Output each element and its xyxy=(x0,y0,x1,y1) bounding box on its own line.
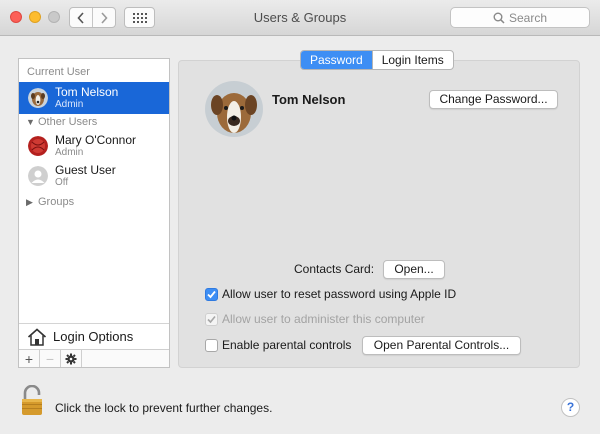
users-groups-window: Users & Groups Search Current User Tom N… xyxy=(0,0,600,434)
lock-icon[interactable] xyxy=(21,385,43,417)
user-full-name: Tom Nelson xyxy=(272,92,346,107)
tab-login-items[interactable]: Login Items xyxy=(371,51,453,69)
person-avatar-icon xyxy=(28,166,48,186)
sidebar-item-mary-oconnor[interactable]: Mary O'Connor Admin xyxy=(19,130,169,162)
checkmark-icon xyxy=(207,290,216,299)
dog-avatar-icon xyxy=(28,88,48,108)
open-parental-controls-button[interactable]: Open Parental Controls... xyxy=(362,336,521,355)
user-name: Tom Nelson xyxy=(55,85,119,99)
administer-computer-label: Allow user to administer this computer xyxy=(222,312,425,326)
open-contacts-card-button[interactable]: Open... xyxy=(383,260,445,279)
reset-password-apple-id-label: Allow user to reset password using Apple… xyxy=(222,287,457,301)
search-field[interactable]: Search xyxy=(450,7,590,28)
parental-controls-label: Enable parental controls xyxy=(222,338,352,352)
tab-bar: Password Login Items xyxy=(300,50,454,70)
disclosure-closed-icon[interactable]: ▶ xyxy=(26,197,33,208)
contacts-card-label: Contacts Card: xyxy=(294,262,375,276)
other-users-header: Other Users xyxy=(38,116,98,128)
user-name: Mary O'Connor xyxy=(55,133,136,147)
users-sidebar: Current User Tom Nelson Admin ▼ Other Us… xyxy=(18,58,170,368)
remove-user-button[interactable]: − xyxy=(40,350,61,367)
user-role: Admin xyxy=(55,147,84,158)
groups-header: Groups xyxy=(38,196,75,208)
add-user-button[interactable]: + xyxy=(19,350,40,367)
user-picture[interactable] xyxy=(205,81,263,137)
login-options-item[interactable]: Login Options xyxy=(19,323,169,349)
sidebar-item-guest-user[interactable]: Guest User Off xyxy=(19,160,169,192)
tab-password[interactable]: Password xyxy=(301,51,372,69)
title-bar: Users & Groups Search xyxy=(0,0,600,36)
administer-computer-checkbox[interactable] xyxy=(205,313,218,326)
user-role: Off xyxy=(55,177,69,188)
sidebar-item-tom-nelson[interactable]: Tom Nelson Admin xyxy=(19,82,169,114)
ball-avatar-icon xyxy=(28,136,48,156)
house-icon xyxy=(27,327,47,346)
reset-password-apple-id-checkbox[interactable] xyxy=(205,288,218,301)
checkmark-icon xyxy=(207,315,216,324)
login-options-label: Login Options xyxy=(53,329,134,344)
search-icon xyxy=(493,12,505,24)
change-password-button[interactable]: Change Password... xyxy=(429,90,558,109)
lock-message: Click the lock to prevent further change… xyxy=(55,401,273,415)
parental-controls-checkbox[interactable] xyxy=(205,339,218,352)
gear-icon xyxy=(65,353,77,364)
user-role: Admin xyxy=(55,99,84,110)
help-button[interactable]: ? xyxy=(561,398,580,417)
sidebar-toolbar: + − xyxy=(19,349,169,367)
disclosure-open-icon[interactable]: ▼ xyxy=(26,117,35,127)
search-placeholder: Search xyxy=(508,10,548,25)
current-user-header: Current User xyxy=(27,66,90,78)
user-name: Guest User xyxy=(55,163,116,177)
action-menu-button[interactable] xyxy=(61,350,82,367)
